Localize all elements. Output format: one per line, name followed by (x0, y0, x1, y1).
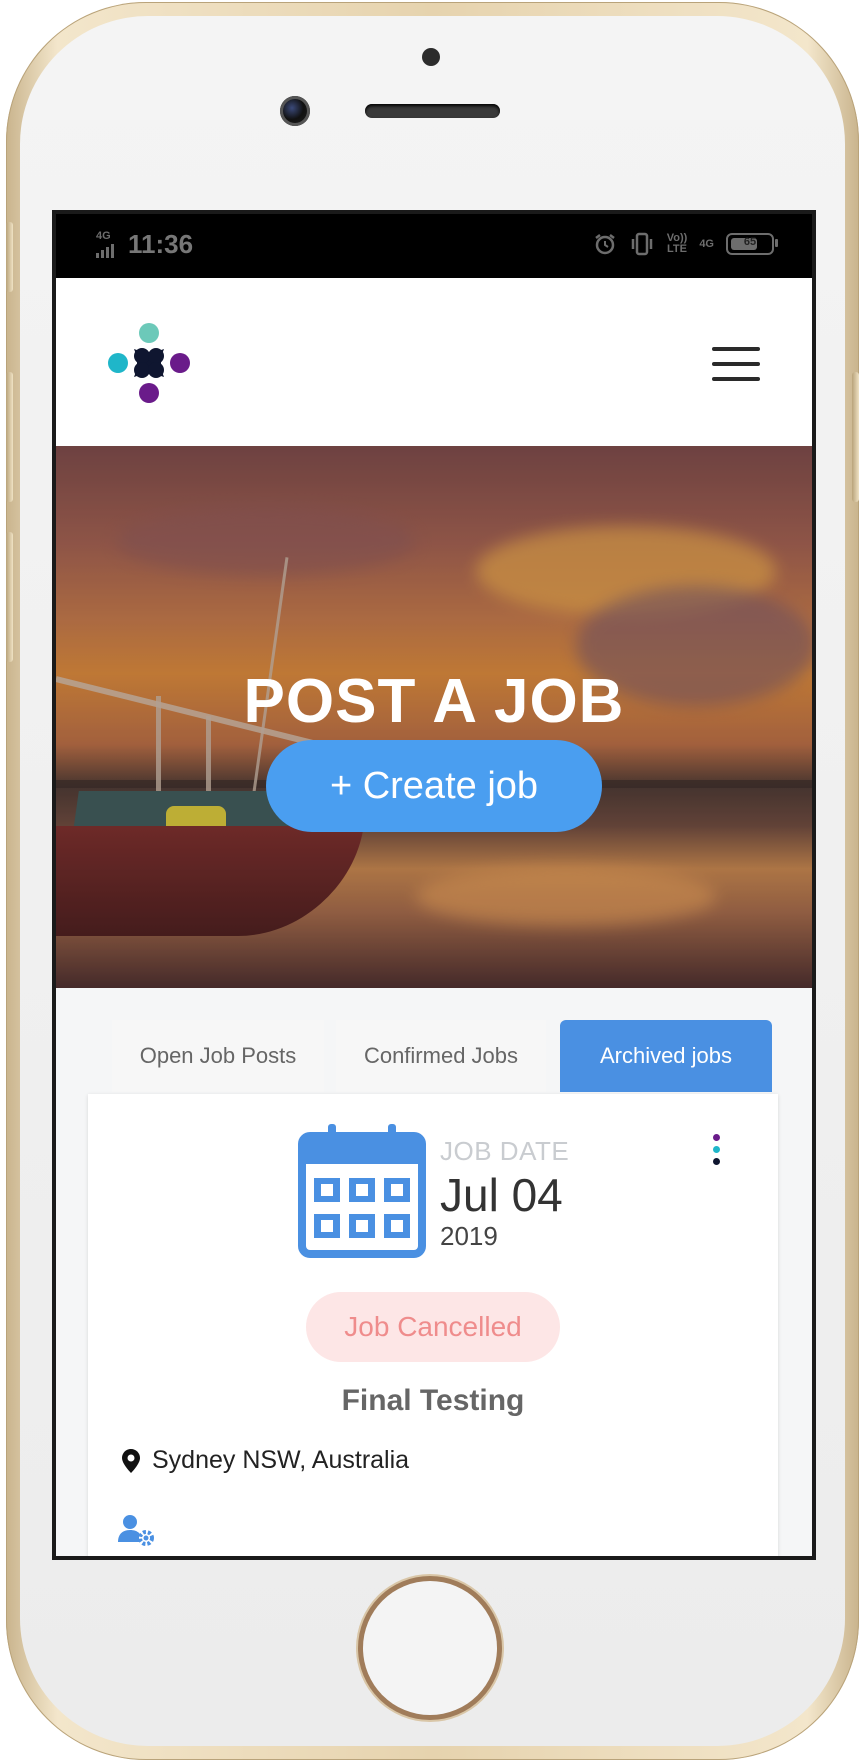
network-type-2: 4G (699, 237, 714, 250)
job-location-text: Sydney NSW, Australia (152, 1446, 410, 1474)
battery-level: 65 (743, 236, 757, 248)
more-options-icon[interactable] (710, 1134, 722, 1174)
front-camera-icon (280, 96, 310, 126)
signal-icon: 4G (96, 230, 120, 258)
tab-open-job-posts[interactable]: Open Job Posts (112, 1020, 324, 1092)
calendar-icon (298, 1124, 426, 1258)
battery-icon: 65 (726, 233, 778, 255)
tab-archived-jobs[interactable]: Archived jobs (560, 1020, 772, 1092)
job-card[interactable]: JOB DATE Jul 04 2019 Job Cancelled Final… (88, 1094, 778, 1556)
create-job-button[interactable]: + Create job (266, 740, 602, 832)
status-time: 11:36 (128, 229, 194, 259)
job-date: Jul 04 (440, 1169, 563, 1221)
user-settings-icon[interactable] (118, 1514, 154, 1546)
app-logo-icon[interactable] (108, 323, 190, 405)
volume-up-button (6, 372, 13, 502)
job-date-caption: JOB DATE (440, 1136, 570, 1166)
hero-banner: POST A JOB + Create job (56, 446, 812, 988)
mute-switch (6, 222, 13, 292)
power-button (852, 372, 859, 502)
tab-confirmed-jobs[interactable]: Confirmed Jobs (336, 1020, 546, 1092)
job-year: 2019 (440, 1221, 498, 1251)
home-button[interactable] (363, 1581, 497, 1715)
alarm-icon (594, 234, 615, 255)
earpiece-speaker (365, 104, 500, 118)
network-type: 4G (96, 230, 111, 242)
jobs-section: Open Job Posts Confirmed Jobs Archived j… (56, 988, 812, 1556)
app-header (56, 278, 812, 446)
status-bar: 4G 11:36 Vo)) LTE 4G 65 (56, 214, 812, 278)
status-badge: Job Cancelled (306, 1292, 560, 1362)
volume-down-button (6, 532, 13, 662)
job-title: Final Testing (341, 1384, 525, 1417)
job-date-block: JOB DATE Jul 04 2019 (440, 1136, 569, 1252)
volte-icon: Vo)) LTE (667, 233, 688, 255)
job-location: Sydney NSW, Australia (122, 1446, 409, 1475)
proximity-sensor (422, 48, 440, 66)
phone-screen: 4G 11:36 Vo)) LTE 4G 65 POST A JOB + Cre… (52, 210, 816, 1560)
location-pin-icon (122, 1448, 140, 1473)
vibrate-icon (631, 232, 652, 256)
lte-label: LTE (667, 243, 687, 255)
hero-title: POST A JOB (243, 667, 625, 736)
hamburger-menu-icon[interactable] (712, 347, 760, 381)
